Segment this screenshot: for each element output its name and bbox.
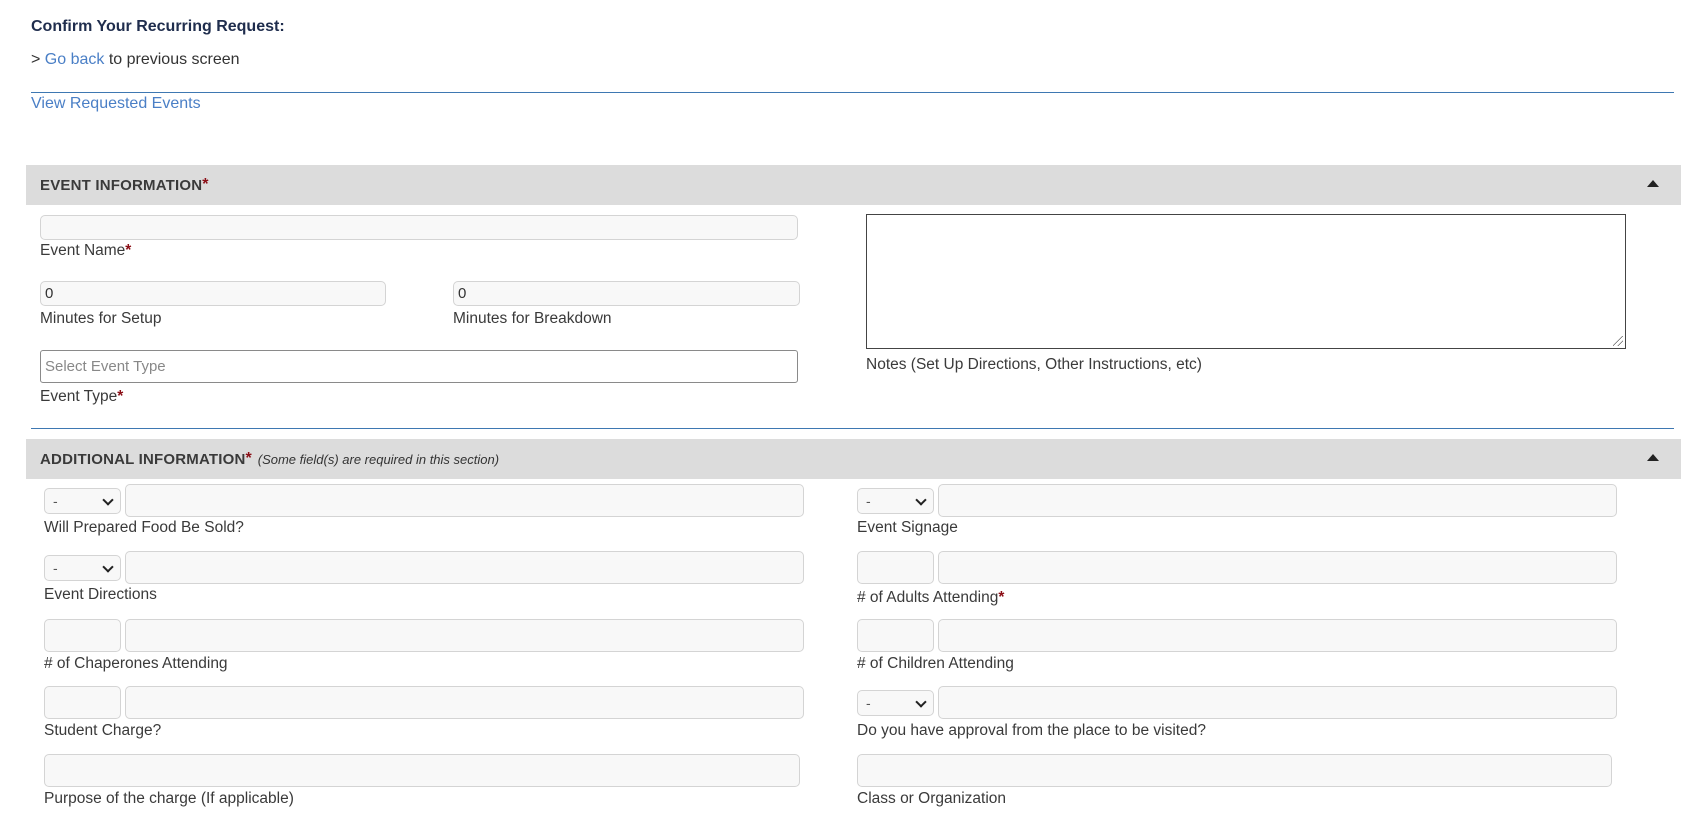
student-charge-count-input[interactable] (44, 686, 121, 719)
chevron-down-icon (102, 494, 114, 506)
food-label: Will Prepared Food Be Sold? (44, 519, 244, 536)
minutes-setup-label: Minutes for Setup (40, 310, 162, 327)
chevron-down-icon (915, 494, 927, 506)
children-input[interactable] (938, 619, 1617, 652)
event-type-select[interactable]: Select Event Type (40, 350, 798, 383)
divider (31, 92, 1674, 93)
additional-information-header[interactable]: ADDITIONAL INFORMATION * (Some field(s) ar… (26, 439, 1681, 479)
section-title: EVENT INFORMATION (40, 176, 203, 194)
event-type-placeholder: Select Event Type (45, 358, 166, 375)
back-line: > Go back to previous screen (31, 51, 240, 69)
divider (31, 428, 1674, 429)
go-back-link[interactable]: Go back (45, 51, 105, 68)
event-name-label: Event Name* (40, 242, 132, 259)
resize-handle-icon[interactable] (1613, 336, 1623, 346)
class-organization-label: Class or Organization (857, 790, 1007, 807)
chaperones-count-input[interactable] (44, 619, 121, 652)
event-type-label: Event Type* (40, 388, 124, 405)
adults-count-input[interactable] (857, 551, 934, 584)
collapse-caret-icon[interactable] (1647, 180, 1659, 187)
children-count-input[interactable] (857, 619, 934, 652)
back-prefix: > (31, 51, 45, 68)
chevron-down-icon (915, 696, 927, 708)
signage-select[interactable]: - (857, 488, 934, 514)
collapse-caret-icon[interactable] (1647, 454, 1659, 461)
notes-label: Notes (Set Up Directions, Other Instruct… (866, 356, 1202, 373)
notes-textarea[interactable] (866, 214, 1626, 349)
food-input[interactable] (125, 484, 804, 517)
purpose-label: Purpose of the charge (If applicable) (44, 790, 294, 807)
food-select[interactable]: - (44, 488, 121, 514)
purpose-input[interactable] (44, 754, 800, 787)
approval-input[interactable] (938, 686, 1617, 719)
minutes-breakdown-label: Minutes for Breakdown (453, 310, 612, 327)
class-organization-input[interactable] (857, 754, 1612, 787)
page-title: Confirm Your Recurring Request: (31, 18, 285, 35)
minutes-breakdown-input[interactable] (453, 281, 800, 306)
student-charge-input[interactable] (125, 686, 804, 719)
view-requested-events-link[interactable]: View Requested Events (31, 95, 201, 113)
directions-select[interactable]: - (44, 555, 121, 581)
adults-label: # of Adults Attending* (857, 589, 1005, 606)
minutes-setup-input[interactable] (40, 281, 386, 306)
chaperones-label: # of Chaperones Attending (44, 655, 228, 672)
signage-label: Event Signage (857, 519, 958, 536)
children-label: # of Children Attending (857, 655, 1014, 672)
required-mark: * (245, 450, 252, 467)
required-mark: * (202, 176, 209, 193)
adults-input[interactable] (938, 551, 1617, 584)
section-note: (Some field(s) are required in this sect… (257, 451, 500, 467)
chaperones-input[interactable] (125, 619, 804, 652)
student-charge-label: Student Charge? (44, 722, 162, 739)
directions-input[interactable] (125, 551, 804, 584)
directions-label: Event Directions (44, 586, 157, 603)
section-title: ADDITIONAL INFORMATION (40, 450, 246, 468)
approval-label: Do you have approval from the place to b… (857, 722, 1206, 739)
back-suffix: to previous screen (104, 51, 240, 68)
chevron-down-icon (102, 561, 114, 573)
signage-input[interactable] (938, 484, 1617, 517)
approval-select[interactable]: - (857, 690, 934, 716)
event-information-header[interactable]: EVENT INFORMATION * (26, 165, 1681, 205)
event-name-input[interactable] (40, 215, 798, 240)
